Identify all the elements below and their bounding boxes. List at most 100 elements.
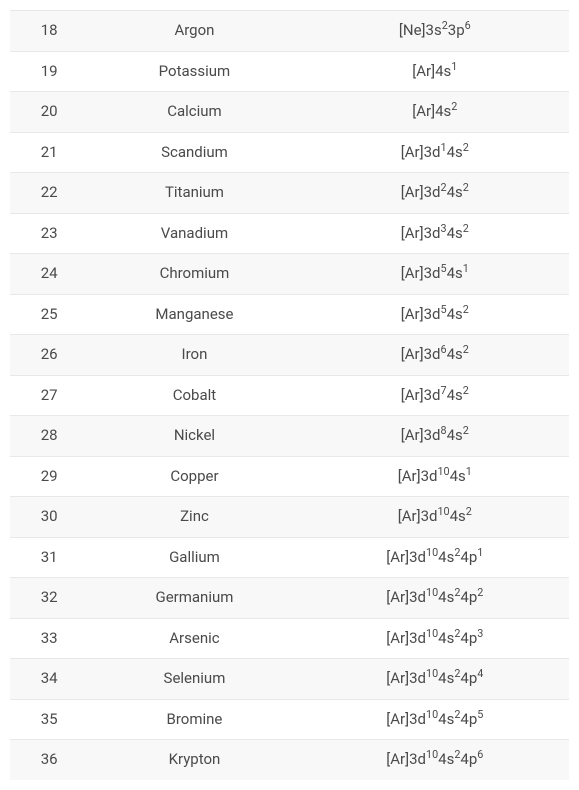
superscript: 2 (477, 586, 483, 599)
element-name-cell: Bromine (88, 699, 300, 740)
atomic-number-cell: 19 (10, 51, 88, 92)
superscript: 2 (463, 181, 469, 194)
table-row: 33Arsenic[Ar]3d104s24p3 (10, 618, 569, 659)
electron-config-table: 18Argon[Ne]3s23p619Potassium[Ar]4s120Cal… (10, 10, 569, 780)
element-name-cell: Copper (88, 456, 300, 497)
superscript: 2 (463, 303, 469, 316)
atomic-number-cell: 25 (10, 294, 88, 335)
table-row: 25Manganese[Ar]3d54s2 (10, 294, 569, 335)
atomic-number-cell: 32 (10, 578, 88, 619)
atomic-number-cell: 30 (10, 497, 88, 538)
table-row: 28Nickel[Ar]3d84s2 (10, 416, 569, 457)
superscript: 1 (441, 141, 447, 154)
superscript: 4 (477, 667, 483, 680)
atomic-number-cell: 35 (10, 699, 88, 740)
superscript: 10 (426, 748, 438, 761)
element-name-cell: Germanium (88, 578, 300, 619)
table-row: 23Vanadium[Ar]3d34s2 (10, 213, 569, 254)
table-row: 35Bromine[Ar]3d104s24p5 (10, 699, 569, 740)
table-row: 19Potassium[Ar]4s1 (10, 51, 569, 92)
electron-config-cell: [Ar]3d54s1 (301, 254, 569, 295)
atomic-number-cell: 24 (10, 254, 88, 295)
electron-config-cell: [Ar]3d64s2 (301, 335, 569, 376)
table-row: 30Zinc[Ar]3d104s2 (10, 497, 569, 538)
atomic-number-cell: 36 (10, 740, 88, 780)
superscript: 10 (426, 708, 438, 721)
superscript: 7 (441, 384, 447, 397)
superscript: 1 (477, 546, 483, 559)
superscript: 2 (463, 343, 469, 356)
electron-config-cell: [Ar]3d104s24p5 (301, 699, 569, 740)
element-name-cell: Nickel (88, 416, 300, 457)
superscript: 2 (454, 748, 460, 761)
atomic-number-cell: 29 (10, 456, 88, 497)
superscript: 2 (463, 141, 469, 154)
atomic-number-cell: 26 (10, 335, 88, 376)
superscript: 2 (442, 19, 448, 32)
table-row: 22Titanium[Ar]3d24s2 (10, 173, 569, 214)
table-row: 24Chromium[Ar]3d54s1 (10, 254, 569, 295)
electron-config-cell: [Ar]3d104s2 (301, 497, 569, 538)
superscript: 2 (441, 181, 447, 194)
superscript: 2 (454, 708, 460, 721)
superscript: 2 (451, 100, 457, 113)
electron-config-cell: [Ar]3d24s2 (301, 173, 569, 214)
superscript: 10 (426, 586, 438, 599)
element-name-cell: Calcium (88, 92, 300, 133)
electron-config-cell: [Ar]3d104s24p4 (301, 659, 569, 700)
table-row: 18Argon[Ne]3s23p6 (10, 11, 569, 52)
element-name-cell: Scandium (88, 132, 300, 173)
element-name-cell: Titanium (88, 173, 300, 214)
table-row: 36Krypton[Ar]3d104s24p6 (10, 740, 569, 780)
superscript: 3 (441, 222, 447, 235)
superscript: 2 (463, 384, 469, 397)
element-name-cell: Argon (88, 11, 300, 52)
table-row: 29Copper[Ar]3d104s1 (10, 456, 569, 497)
electron-config-cell: [Ar]3d34s2 (301, 213, 569, 254)
superscript: 2 (454, 667, 460, 680)
atomic-number-cell: 33 (10, 618, 88, 659)
table-row: 26Iron[Ar]3d64s2 (10, 335, 569, 376)
atomic-number-cell: 23 (10, 213, 88, 254)
superscript: 10 (437, 465, 449, 478)
electron-config-cell: [Ar]3d104s24p1 (301, 537, 569, 578)
atomic-number-cell: 28 (10, 416, 88, 457)
table-row: 20Calcium[Ar]4s2 (10, 92, 569, 133)
superscript: 2 (466, 505, 472, 518)
table-row: 32Germanium[Ar]3d104s24p2 (10, 578, 569, 619)
superscript: 1 (451, 60, 457, 73)
element-name-cell: Arsenic (88, 618, 300, 659)
element-name-cell: Krypton (88, 740, 300, 780)
superscript: 6 (465, 19, 471, 32)
atomic-number-cell: 27 (10, 375, 88, 416)
superscript: 1 (463, 262, 469, 275)
superscript: 5 (441, 262, 447, 275)
superscript: 2 (454, 627, 460, 640)
superscript: 5 (441, 303, 447, 316)
superscript: 10 (437, 505, 449, 518)
electron-config-cell: [Ar]4s1 (301, 51, 569, 92)
superscript: 2 (454, 546, 460, 559)
superscript: 2 (454, 586, 460, 599)
element-name-cell: Cobalt (88, 375, 300, 416)
electron-config-cell: [Ar]3d104s1 (301, 456, 569, 497)
element-name-cell: Selenium (88, 659, 300, 700)
electron-config-cell: [Ar]3d14s2 (301, 132, 569, 173)
table-row: 27Cobalt[Ar]3d74s2 (10, 375, 569, 416)
element-name-cell: Chromium (88, 254, 300, 295)
atomic-number-cell: 18 (10, 11, 88, 52)
superscript: 6 (477, 748, 483, 761)
atomic-number-cell: 34 (10, 659, 88, 700)
atomic-number-cell: 21 (10, 132, 88, 173)
table-row: 21Scandium[Ar]3d14s2 (10, 132, 569, 173)
superscript: 2 (463, 424, 469, 437)
table-row: 34Selenium[Ar]3d104s24p4 (10, 659, 569, 700)
superscript: 8 (441, 424, 447, 437)
superscript: 10 (426, 627, 438, 640)
electron-config-cell: [Ar]3d74s2 (301, 375, 569, 416)
atomic-number-cell: 31 (10, 537, 88, 578)
superscript: 5 (477, 708, 483, 721)
superscript: 2 (463, 222, 469, 235)
atomic-number-cell: 22 (10, 173, 88, 214)
element-name-cell: Potassium (88, 51, 300, 92)
